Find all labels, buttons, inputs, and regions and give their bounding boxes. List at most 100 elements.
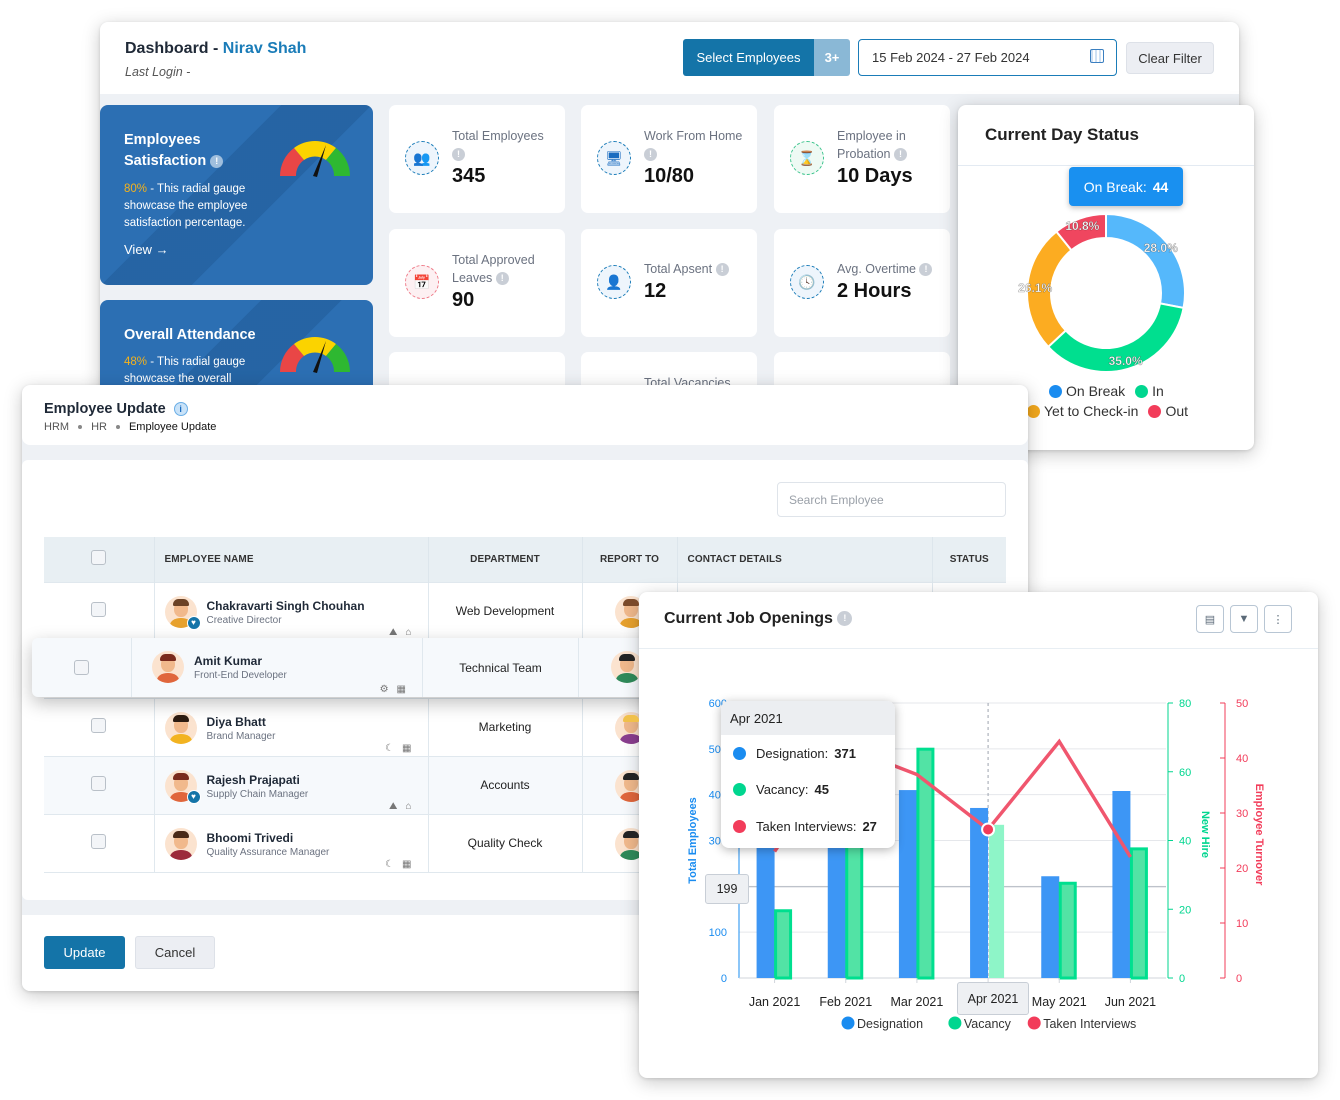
info-icon[interactable]: ! — [715, 263, 729, 277]
employee-name[interactable]: Diya Bhatt — [207, 715, 266, 729]
avatar — [164, 827, 197, 860]
employee-role: Quality Assurance Manager — [206, 846, 330, 858]
work-mode-icons: ⛰⌂ — [389, 626, 420, 638]
column-header[interactable]: REPORT TO — [582, 537, 678, 582]
employee-name[interactable]: Chakravarti Singh Chouhan — [207, 599, 365, 613]
info-icon[interactable]: ! — [919, 263, 933, 277]
y-tick-label: 60 — [1179, 767, 1191, 779]
row-checkbox[interactable] — [91, 602, 107, 617]
tooltip-label: Taken Interviews: — [756, 818, 857, 834]
attendance-gauge — [280, 337, 350, 373]
bar-designation — [1112, 791, 1131, 978]
select-employees-button[interactable]: Select Employees 3+ — [683, 39, 850, 76]
calendar-icon[interactable] — [1090, 49, 1104, 63]
satisfaction-gauge — [280, 141, 350, 177]
info-icon[interactable]: ! — [644, 148, 657, 162]
slice-label: 26.1% — [1018, 281, 1052, 295]
card-description: 80% - This radial gauge showcase the emp… — [124, 181, 259, 232]
column-header[interactable]: CONTACT DETAILS — [677, 537, 933, 582]
x-tick-label: Jan 2021 — [749, 995, 800, 1009]
legend-marker — [1135, 384, 1149, 398]
x-tick-label: Jun 2021 — [1105, 995, 1156, 1009]
info-icon[interactable]: i — [173, 402, 188, 417]
legend-item[interactable]: Yet to Check-in — [1044, 403, 1138, 419]
y-tick-label: 10 — [1236, 918, 1248, 930]
employee-name[interactable]: Bhoomi Trivedi — [207, 831, 294, 845]
y-axis-title: Total Employees — [687, 797, 699, 884]
kpi-label: Total Apsent ! — [644, 260, 752, 278]
kpi-avg-overtime[interactable]: 🕓 Avg. Overtime ! 2 Hours — [774, 229, 950, 337]
users-icon: 👥 — [405, 141, 439, 175]
crosshair-x-label: Apr 2021 — [957, 982, 1029, 1015]
column-header[interactable]: EMPLOYEE NAME — [154, 537, 429, 582]
kpi-label: Work From Home! — [644, 127, 752, 163]
row-checkbox[interactable] — [91, 834, 107, 849]
date-range-input[interactable]: 15 Feb 2024 - 27 Feb 2024 — [858, 39, 1117, 76]
kpi-value: 345 — [452, 165, 486, 187]
view-link[interactable]: View → — [124, 242, 169, 257]
line-point-highlighted — [981, 822, 996, 837]
info-icon[interactable]: ! — [894, 148, 907, 162]
breadcrumb-item[interactable]: HRM — [44, 421, 69, 433]
kpi-approved-leaves[interactable]: 📅 Total Approved Leaves ! 90 — [389, 229, 565, 337]
info-icon[interactable]: ! — [452, 148, 465, 162]
employee-role: Brand Manager — [206, 730, 276, 742]
tooltip-value: 27 — [862, 818, 877, 834]
tooltip-row: Vacancy: 45 — [721, 772, 895, 809]
bar-vacancy — [989, 824, 1005, 978]
tooltip-title: Apr 2021 — [721, 701, 895, 735]
kpi-value: 10/80 — [644, 165, 695, 187]
department-cell: Technical Team — [423, 638, 579, 697]
legend: Yet to Check-in Out — [1027, 403, 1188, 419]
heart-icon: ♥ — [186, 615, 201, 630]
gauge-percent: 48% — [124, 356, 148, 368]
series-marker — [733, 746, 746, 760]
select-all-checkbox[interactable] — [91, 550, 107, 566]
breadcrumb-item[interactable]: HR — [91, 421, 107, 433]
y-axis-title: Employee Turnover — [1253, 784, 1265, 887]
x-tick-label: May 2021 — [1032, 995, 1087, 1009]
column-header[interactable]: DEPARTMENT — [428, 537, 583, 582]
work-mode-icons: ⛰⌂ — [389, 800, 420, 812]
tooltip-label: Vacancy: — [756, 782, 809, 798]
kpi-total-employees[interactable]: 👥 Total Employees! 345 — [389, 105, 565, 213]
row-checkbox[interactable] — [91, 718, 107, 733]
breadcrumb-separator — [115, 425, 120, 429]
kpi-value: 2 Hours — [837, 280, 912, 302]
kpi-label: Avg. Overtime ! — [837, 260, 947, 278]
kpi-work-from-home[interactable]: 🖥 Work From Home! 10/80 — [581, 105, 757, 213]
work-mode-icons: ⚙▦ — [379, 684, 414, 695]
slice-label: 35.0% — [1109, 354, 1143, 368]
info-icon[interactable]: ! — [210, 154, 224, 168]
legend-item[interactable]: On Break — [1066, 383, 1125, 399]
employee-name[interactable]: Amit Kumar — [194, 654, 262, 668]
card-description: 48% - This radial gauge showcase the ove… — [124, 354, 259, 388]
legend-item[interactable]: Out — [1165, 403, 1188, 419]
bar-vacancy — [1058, 881, 1077, 980]
info-icon[interactable]: ! — [495, 272, 509, 286]
clear-filter-button[interactable]: Clear Filter — [1126, 42, 1214, 74]
breadcrumb: HRM HR Employee Update — [44, 421, 216, 433]
employee-name[interactable]: Rajesh Prajapati — [207, 773, 300, 787]
kpi-total-absent[interactable]: 👤 Total Apsent ! 12 — [581, 229, 757, 337]
job-openings-panel: Current Job Openings ! ▤ ▼ ⋮ 01002003004… — [639, 592, 1318, 1078]
y-tick-label: 20 — [1179, 904, 1191, 916]
legend-item[interactable]: In — [1152, 383, 1164, 399]
cancel-button[interactable]: Cancel — [135, 936, 215, 969]
y-tick-label: 40 — [1179, 836, 1191, 848]
date-range-value: 15 Feb 2024 - 27 Feb 2024 — [872, 50, 1030, 65]
employee-role: Creative Director — [206, 614, 282, 626]
kpi-label-text: Total Approved Leaves — [452, 253, 535, 285]
avatar — [152, 651, 184, 683]
row-checkbox[interactable] — [74, 660, 89, 675]
row-checkbox[interactable] — [91, 776, 107, 791]
column-header[interactable]: STATUS — [932, 537, 1006, 582]
slice-label: 28.0% — [1144, 241, 1178, 255]
legend-marker — [948, 1016, 962, 1030]
update-button[interactable]: Update — [44, 936, 125, 969]
employee-cell: Bhoomi Trivedi Quality Assurance Manager ☾… — [154, 813, 429, 873]
tooltip-row: Taken Interviews: 27 — [721, 808, 895, 845]
kpi-probation[interactable]: ⌛ Employee in Probation ! 10 Days — [774, 105, 950, 213]
search-input[interactable]: Search Employee — [777, 482, 1006, 517]
bar-designation — [898, 790, 917, 978]
